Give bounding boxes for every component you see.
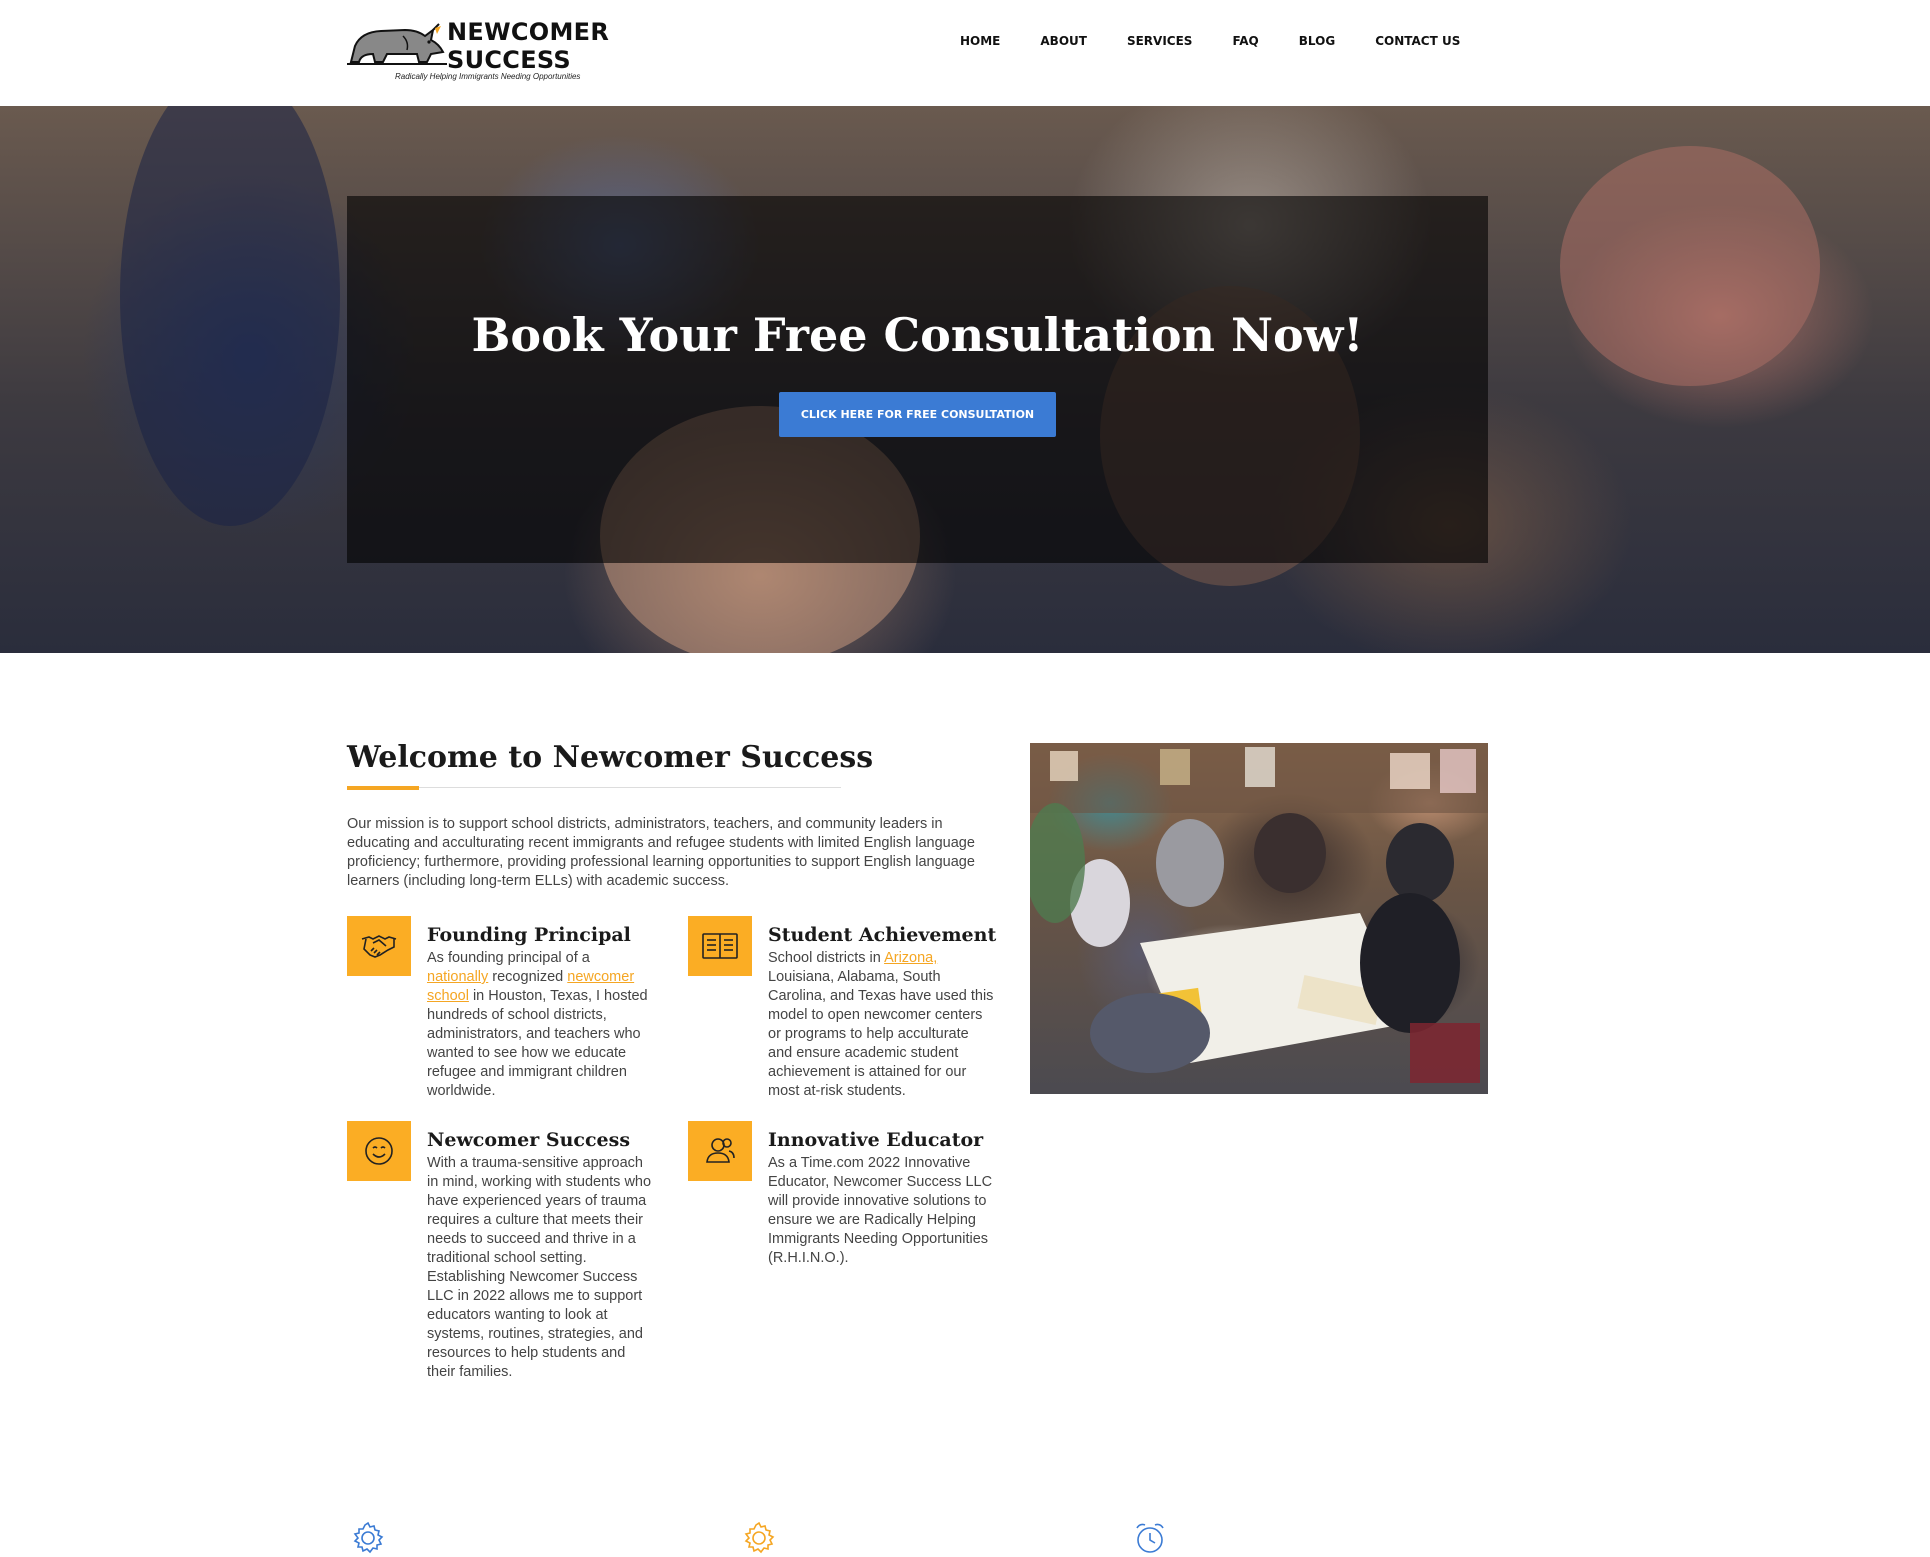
nav-about[interactable]: ABOUT: [1040, 34, 1087, 48]
smile-icon: [347, 1121, 411, 1181]
main-nav: HOME ABOUT SERVICES FAQ BLOG CONTACT US: [960, 34, 1460, 48]
hero-overlay-panel: Book Your Free Consultation Now! CLICK H…: [347, 196, 1488, 563]
logo-line-2: SUCCESS: [447, 46, 571, 74]
feature-text-part: recognized: [488, 969, 568, 985]
free-consultation-button[interactable]: CLICK HERE FOR FREE CONSULTATION: [779, 392, 1056, 437]
feature-title: Student Achievement: [768, 924, 997, 946]
nav-home[interactable]: HOME: [960, 34, 1000, 48]
alarm-clock-icon: [1136, 1523, 1164, 1553]
site-header: NEWCOMER SUCCESS Radically Helping Immig…: [0, 0, 1930, 106]
gear-icon: [353, 1521, 384, 1554]
handshake-icon: [347, 916, 411, 976]
nav-services[interactable]: SERVICES: [1127, 34, 1192, 48]
users-icon: [688, 1121, 752, 1181]
title-divider-accent: [347, 786, 419, 790]
feature-text-part: As founding principal of a: [427, 950, 590, 966]
hero-title: Book Your Free Consultation Now!: [471, 308, 1364, 362]
feature-title: Newcomer Success: [427, 1129, 631, 1151]
nav-blog[interactable]: BLOG: [1299, 34, 1335, 48]
feature-text: School districts in Arizona, Louisiana, …: [768, 949, 996, 1101]
logo-line-1: NEWCOMER: [447, 18, 610, 46]
nationally-link[interactable]: nationally: [427, 969, 488, 985]
feature-title: Founding Principal: [427, 924, 631, 946]
hero-banner: Book Your Free Consultation Now! CLICK H…: [0, 106, 1930, 653]
nav-contact-us[interactable]: CONTACT US: [1375, 34, 1460, 48]
feature-text-part: School districts in: [768, 950, 885, 966]
feature-text-part: in Houston, Texas, I hosted hundreds of …: [427, 988, 648, 1099]
mission-text: Our mission is to support school distric…: [347, 816, 975, 889]
gear-icon: [744, 1521, 775, 1554]
book-icon: [688, 916, 752, 976]
logo-text: NEWCOMER SUCCESS: [447, 18, 609, 74]
arizona-link[interactable]: Arizona,: [884, 950, 937, 966]
feature-text-part: Louisiana, Alabama, South Carolina, and …: [768, 969, 994, 1099]
classroom-photo: [1030, 743, 1488, 1094]
logo-tagline: Radically Helping Immigrants Needing Opp…: [395, 72, 581, 81]
feature-title: Innovative Educator: [768, 1129, 984, 1151]
feature-text: With a trauma-sensitive approach in mind…: [427, 1155, 652, 1380]
welcome-title: Welcome to Newcomer Success: [347, 740, 874, 775]
site-logo[interactable]: NEWCOMER SUCCESS Radically Helping Immig…: [347, 16, 609, 86]
nav-faq[interactable]: FAQ: [1232, 34, 1258, 48]
hero-photo-figure: [120, 106, 340, 526]
classroom-photo-illustration: [1030, 743, 1488, 1083]
rhino-logo-icon: [347, 23, 447, 65]
hero-photo-hand: [1560, 146, 1820, 386]
title-divider: [347, 787, 841, 788]
feature-text: As founding principal of a nationally re…: [427, 949, 655, 1101]
feature-text: As a Time.com 2022 Innovative Educator, …: [768, 1155, 993, 1266]
